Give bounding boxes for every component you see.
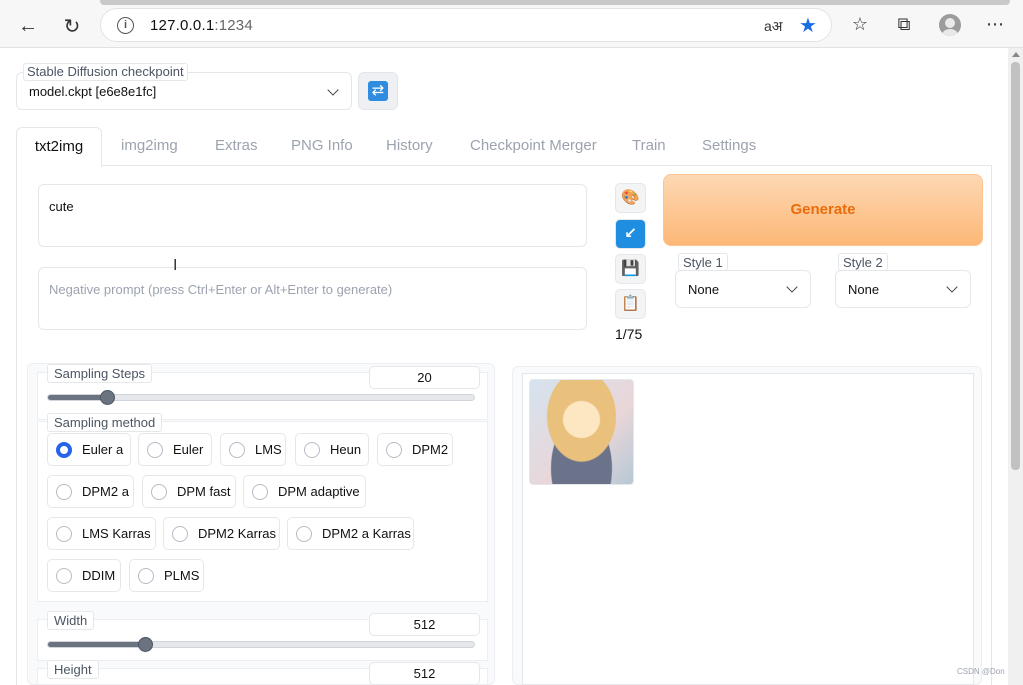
sampler-dpm-fast[interactable]: DPM fast xyxy=(142,475,236,508)
sampler-plms[interactable]: PLMS xyxy=(129,559,204,592)
palette-icon[interactable]: 🎨 xyxy=(615,183,646,213)
chevron-down-icon xyxy=(946,281,958,293)
width-fill xyxy=(48,642,146,647)
height-label: Height xyxy=(47,660,99,679)
sampler-euler-a[interactable]: Euler a xyxy=(47,433,131,466)
tab-png-info[interactable]: PNG Info xyxy=(291,137,353,154)
favorites-icon[interactable]: ☆ xyxy=(849,13,871,35)
refresh-checkpoint-button[interactable]: ⇄ xyxy=(358,72,398,110)
collections-icon[interactable]: ⧉ xyxy=(893,13,915,35)
text-cursor-icon: I xyxy=(173,257,178,274)
style-1-dropdown[interactable]: Style 1 None xyxy=(675,253,811,308)
tab-txt2img[interactable]: txt2img xyxy=(16,127,102,167)
tab-history[interactable]: History xyxy=(386,137,433,154)
sampler-dpm2-karras[interactable]: DPM2 Karras xyxy=(163,517,280,550)
checkpoint-value: model.ckpt [e6e8e1fc] xyxy=(29,84,157,99)
sampling-steps-label: Sampling Steps xyxy=(47,364,153,383)
refresh-icon: ⇄ xyxy=(368,81,388,101)
sampler-dpm-adaptive[interactable]: DPM adaptive xyxy=(243,475,366,508)
clipboard-icon[interactable]: 📋 xyxy=(615,289,646,319)
tab-img2img[interactable]: img2img xyxy=(121,137,178,154)
chevron-down-icon xyxy=(327,84,339,96)
scroll-up-icon[interactable] xyxy=(1012,52,1020,57)
address-bar[interactable]: i 127.0.0.1:1234 aअ ★ xyxy=(100,8,832,42)
width-input[interactable]: 512 xyxy=(369,613,480,636)
sampler-heun[interactable]: Heun xyxy=(295,433,369,466)
style-2-label: Style 2 xyxy=(838,253,888,271)
read-aloud-icon[interactable]: aअ xyxy=(764,17,782,36)
prompt-textarea[interactable]: cute xyxy=(38,184,587,247)
negative-prompt-textarea[interactable]: Negative prompt (press Ctrl+Enter or Alt… xyxy=(38,267,587,330)
profile-avatar[interactable] xyxy=(939,14,961,36)
url-text: 127.0.0.1:1234 xyxy=(150,17,253,34)
sampling-steps-input[interactable]: 20 xyxy=(369,366,480,389)
checkpoint-dropdown[interactable]: Stable Diffusion checkpoint model.ckpt [… xyxy=(16,63,352,110)
prompt-text: cute xyxy=(49,199,74,214)
style-1-value: None xyxy=(688,282,720,297)
sampler-dpm2-a[interactable]: DPM2 a xyxy=(47,475,134,508)
sampling-method-label: Sampling method xyxy=(47,413,163,432)
arrow-icon[interactable]: ↙ xyxy=(615,219,646,249)
scrollbar-thumb[interactable] xyxy=(1011,62,1020,470)
sampler-dpm2[interactable]: DPM2 xyxy=(377,433,453,466)
style-2-dropdown[interactable]: Style 2 None xyxy=(835,253,971,308)
height-input[interactable]: 512 xyxy=(369,662,480,685)
sampler-lms-karras[interactable]: LMS Karras xyxy=(47,517,156,550)
style-1-label: Style 1 xyxy=(678,253,728,271)
tab-extras[interactable]: Extras xyxy=(215,137,258,154)
negative-prompt-placeholder: Negative prompt (press Ctrl+Enter or Alt… xyxy=(49,282,393,297)
sampler-dpm2-a-karras[interactable]: DPM2 a Karras xyxy=(287,517,414,550)
sampling-steps-handle[interactable] xyxy=(99,390,115,405)
favorite-star-icon[interactable]: ★ xyxy=(799,13,817,38)
checkpoint-label: Stable Diffusion checkpoint xyxy=(23,63,188,81)
sampler-lms[interactable]: LMS xyxy=(220,433,286,466)
width-label: Width xyxy=(47,611,95,630)
width-slider[interactable] xyxy=(47,641,475,648)
token-counter: 1/75 xyxy=(615,326,643,342)
tab-settings[interactable]: Settings xyxy=(702,137,756,154)
tab-train[interactable]: Train xyxy=(632,137,666,154)
generate-button[interactable]: Generate xyxy=(663,174,983,246)
site-info-icon[interactable]: i xyxy=(117,17,134,34)
more-menu-icon[interactable]: ⋯ xyxy=(984,13,1006,35)
main-tabs: txt2img img2img Extras PNG Info History … xyxy=(16,127,992,167)
tab-checkpoint-merger[interactable]: Checkpoint Merger xyxy=(470,137,597,154)
sampler-euler[interactable]: Euler xyxy=(138,433,212,466)
tab-strip xyxy=(100,0,1010,5)
sampler-ddim[interactable]: DDIM xyxy=(47,559,121,592)
sampling-steps-fill xyxy=(48,395,108,400)
back-arrow-icon[interactable]: ← xyxy=(14,12,42,40)
watermark: CSDN @Don xyxy=(957,667,1005,676)
save-icon[interactable]: 💾 xyxy=(615,254,646,284)
style-2-value: None xyxy=(848,282,880,297)
vertical-scrollbar[interactable] xyxy=(1008,48,1023,685)
generated-image-thumbnail[interactable] xyxy=(529,379,634,485)
reload-icon[interactable]: ↻ xyxy=(58,12,86,40)
chevron-down-icon xyxy=(786,281,798,293)
browser-toolbar: ← ↻ i 127.0.0.1:1234 aअ ★ ☆ ⧉ ⋯ xyxy=(0,0,1023,48)
